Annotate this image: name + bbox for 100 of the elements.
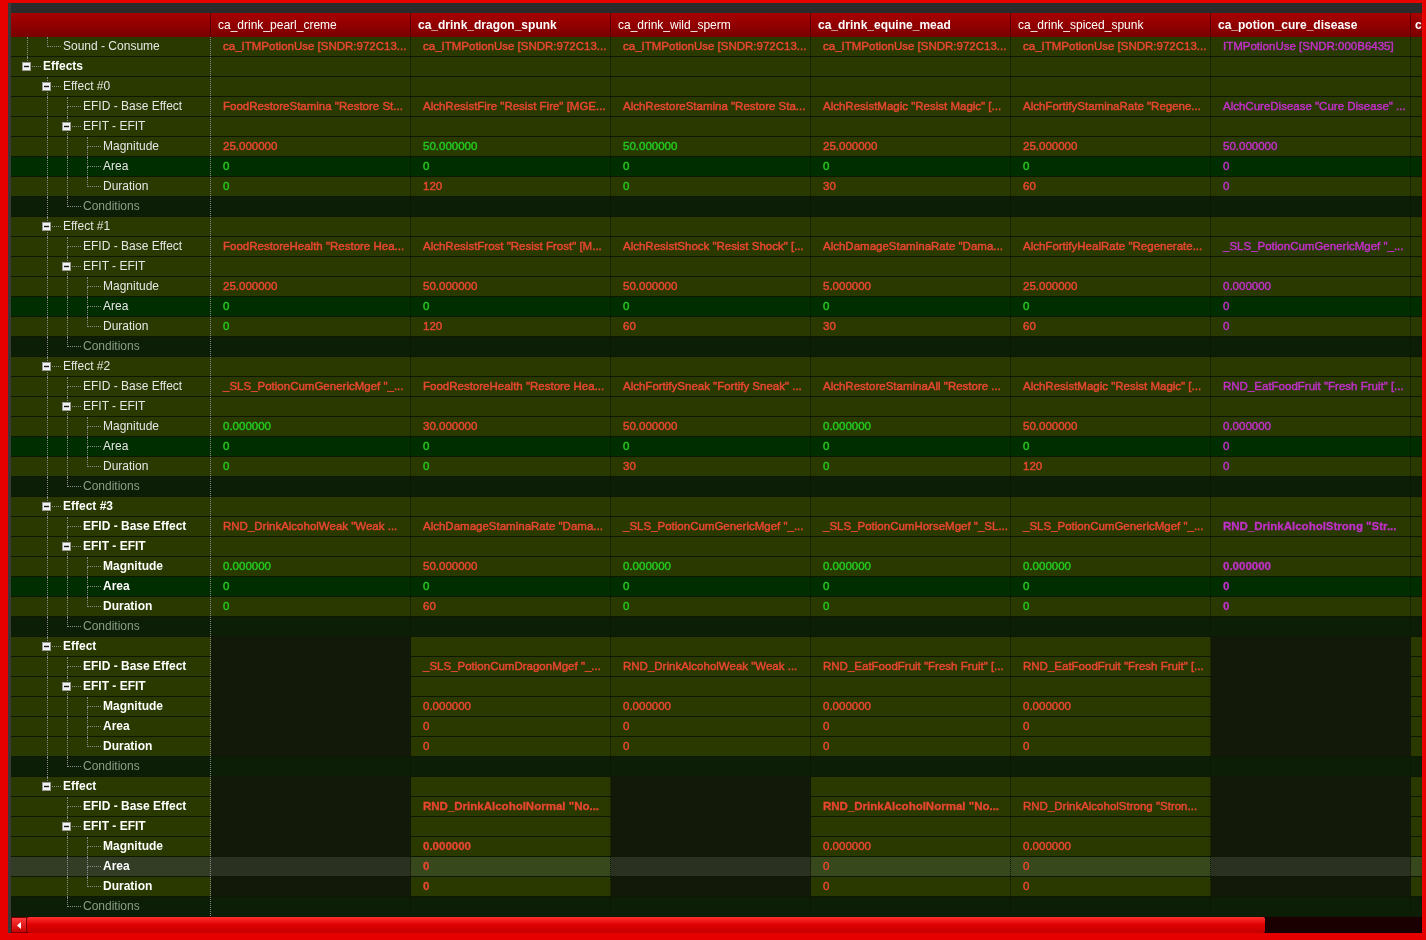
collapse-icon[interactable] — [62, 542, 71, 551]
tree-node[interactable]: EFIT - EFIT — [83, 817, 146, 836]
tree-row[interactable]: EFID - Base Effect _SLS_PotionCumDragonMgef "_... RND_DrinkAlcoholWeak "Weak ... RND_EatFoodFruit "Fresh Fruit" [... RND_EatFoodFruit "Fresh Fruit" [... — [11, 657, 1422, 677]
tree-row[interactable]: Conditions — [11, 337, 1422, 357]
tree-node[interactable]: Magnitude — [103, 697, 163, 716]
tree-node[interactable]: Duration — [103, 457, 149, 476]
tree-row[interactable]: EFIT - EFIT — [11, 677, 1422, 697]
tree-node[interactable]: Magnitude — [103, 137, 160, 156]
tree-node[interactable]: Effect — [63, 637, 97, 656]
tree-node[interactable]: Duration — [103, 597, 153, 616]
tree-row[interactable]: Duration 0 60 0 0 0 0 — [11, 597, 1422, 617]
tree-node[interactable]: EFIT - EFIT — [83, 257, 146, 276]
tree-row[interactable]: Duration 0 120 60 30 60 0 — [11, 317, 1422, 337]
tree-node[interactable]: Effect #2 — [63, 357, 111, 376]
tree-row[interactable] — [11, 517, 1422, 537]
tree-node[interactable]: EFIT - EFIT — [83, 117, 146, 136]
tree-row[interactable]: Effect #0 — [11, 77, 1422, 97]
tree-node[interactable]: EFID - Base Effect — [83, 237, 183, 256]
tree-row[interactable]: Duration 0 0 30 0 120 0 — [11, 457, 1422, 477]
tree-node[interactable]: Area — [103, 437, 129, 456]
collapse-icon[interactable] — [62, 402, 71, 411]
tree-node[interactable]: Magnitude — [103, 837, 163, 856]
tree-node[interactable]: Effect #0 — [63, 77, 111, 96]
tree-row[interactable]: Effects — [11, 57, 1422, 77]
tree-node[interactable]: EFID - Base Effect — [83, 377, 183, 396]
tree-row[interactable]: EFIT - EFIT — [11, 117, 1422, 137]
tree-row[interactable]: Area 0 0 0 0 — [11, 717, 1422, 737]
collapse-icon[interactable] — [42, 362, 51, 371]
tree-node[interactable]: Duration — [103, 177, 149, 196]
tree-row[interactable]: Effect #1 — [11, 217, 1422, 237]
tree-node[interactable]: EFID - Base Effect — [83, 657, 187, 676]
tree-node[interactable]: Conditions — [83, 337, 140, 356]
tree-node[interactable]: Effects — [43, 57, 83, 76]
tree-row[interactable]: Area 0 0 0 0 0 0 — [11, 157, 1422, 177]
tree-node[interactable]: Area — [103, 717, 130, 736]
tree-row[interactable]: Area 0 0 0 — [11, 857, 1422, 877]
tree-row[interactable]: Effect — [11, 777, 1422, 797]
tree-node[interactable]: Magnitude — [103, 417, 160, 436]
tree-row[interactable]: Effect #3 — [11, 497, 1422, 517]
tree-node[interactable]: Conditions — [83, 757, 140, 776]
tree-row[interactable]: EFIT - EFIT — [11, 257, 1422, 277]
tree-row[interactable]: Duration 0 120 0 30 60 0 — [11, 177, 1422, 197]
collapse-icon[interactable] — [62, 262, 71, 271]
tree-node[interactable]: Magnitude — [103, 277, 160, 296]
tree-row[interactable]: Magnitude 25.000000 50.000000 50.000000 25.000000 25.000000 50.000000 — [11, 137, 1422, 157]
tree-node[interactable]: Area — [103, 157, 129, 176]
collapse-icon[interactable] — [42, 642, 51, 651]
tree-row[interactable]: Magnitude 0.000000 0.000000 0.000000 0.000000 — [11, 697, 1422, 717]
tree-node[interactable]: Effect — [63, 777, 97, 796]
tree-row[interactable]: Effect — [11, 637, 1422, 657]
tree-node[interactable]: Area — [103, 297, 129, 316]
tree-node[interactable]: EFID - Base Effect — [83, 797, 187, 816]
tree-row[interactable] — [11, 97, 1422, 117]
tree-node[interactable]: Conditions — [83, 617, 140, 636]
column-header[interactable]: c — [1411, 13, 1422, 37]
tree-node[interactable]: Duration — [103, 737, 153, 756]
tree-node[interactable]: Sound - Consume — [63, 37, 160, 56]
tree-node[interactable]: Conditions — [83, 197, 140, 216]
tree-node[interactable]: Conditions — [83, 897, 140, 916]
tree-row[interactable]: Effect #2 — [11, 357, 1422, 377]
tree-row[interactable]: EFIT - EFIT — [11, 817, 1422, 837]
collapse-icon[interactable] — [22, 62, 31, 71]
tree-row[interactable] — [11, 37, 1422, 57]
scroll-left-button[interactable] — [11, 917, 27, 933]
tree-row[interactable]: Conditions — [11, 197, 1422, 217]
tree-node[interactable]: Conditions — [83, 477, 140, 496]
tree-row[interactable]: Conditions — [11, 897, 1422, 917]
collapse-icon[interactable] — [42, 782, 51, 791]
tree-row[interactable]: Duration 0 0 0 0 — [11, 737, 1422, 757]
tree-node[interactable]: Magnitude — [103, 557, 163, 576]
tree-node[interactable]: Duration — [103, 877, 153, 896]
tree-node[interactable]: Area — [103, 857, 130, 876]
collapse-icon[interactable] — [42, 502, 51, 511]
tree-row[interactable]: Magnitude 0.000000 50.000000 0.000000 0.000000 0.000000 0.000000 — [11, 557, 1422, 577]
tree-row[interactable]: Area 0 0 0 0 0 0 — [11, 437, 1422, 457]
tree-row[interactable]: EFID - Base Effect RND_DrinkAlcoholNormal "No... RND_DrinkAlcoholNormal "No... RND_DrinkAlcoholStrong "Stron... — [11, 797, 1422, 817]
tree-row[interactable]: Magnitude 25.000000 50.000000 50.000000 5.000000 25.000000 0.000000 — [11, 277, 1422, 297]
tree-node[interactable]: EFIT - EFIT — [83, 397, 146, 416]
tree-node[interactable]: EFID - Base Effect — [83, 97, 183, 116]
tree-row[interactable]: Conditions — [11, 617, 1422, 637]
tree-node[interactable]: Effect #1 — [63, 217, 111, 236]
collapse-icon[interactable] — [62, 822, 71, 831]
tree-node[interactable]: Duration — [103, 317, 149, 336]
tree-row[interactable]: Conditions — [11, 757, 1422, 777]
tree-row[interactable]: EFIT - EFIT — [11, 397, 1422, 417]
tree-row[interactable]: Area 0 0 0 0 0 0 — [11, 297, 1422, 317]
tree-node[interactable]: Area — [103, 577, 130, 596]
collapse-icon[interactable] — [42, 222, 51, 231]
tree-node[interactable]: Effect #3 — [63, 497, 114, 516]
tree-node[interactable]: EFIT - EFIT — [83, 537, 146, 556]
tree-node[interactable]: EFIT - EFIT — [83, 677, 146, 696]
tree-row[interactable]: Conditions — [11, 477, 1422, 497]
collapse-icon[interactable] — [62, 122, 71, 131]
collapse-icon[interactable] — [42, 82, 51, 91]
tree-row[interactable]: Magnitude 0.000000 0.000000 0.000000 — [11, 837, 1422, 857]
tree-row[interactable]: Area 0 0 0 0 0 0 — [11, 577, 1422, 597]
tree-row[interactable]: Magnitude 0.000000 30.000000 50.000000 0.000000 50.000000 0.000000 — [11, 417, 1422, 437]
tree-row[interactable]: EFIT - EFIT — [11, 537, 1422, 557]
tree-node[interactable]: EFID - Base Effect — [83, 517, 187, 536]
tree-row[interactable] — [11, 237, 1422, 257]
